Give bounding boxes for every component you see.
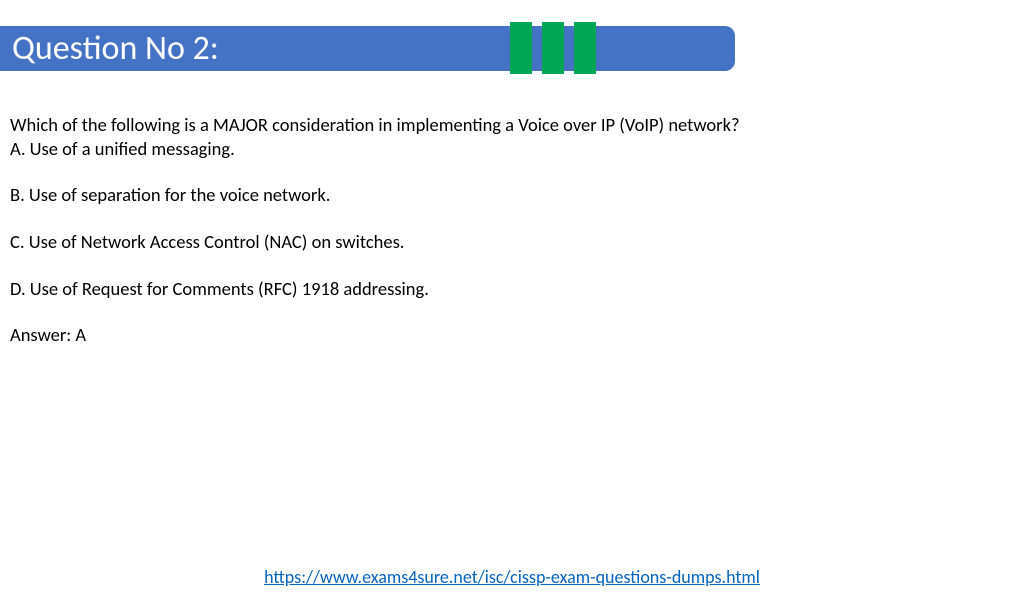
answer-line: Answer: A	[10, 323, 1024, 347]
decoration-stripe	[510, 22, 532, 74]
option-c: C. Use of Network Access Control (NAC) o…	[10, 230, 1024, 254]
footer-link-container: https://www.exams4sure.net/isc/cissp-exa…	[264, 566, 760, 588]
decoration-stripe	[574, 22, 596, 74]
option-b: B. Use of separation for the voice netwo…	[10, 183, 1024, 207]
question-prompt: Which of the following is a MAJOR consid…	[10, 113, 1024, 137]
question-number-title: Question No 2:	[12, 28, 219, 69]
option-d: D. Use of Request for Comments (RFC) 191…	[10, 277, 1024, 301]
title-bar: Question No 2:	[0, 26, 735, 71]
option-a: A. Use of a unified messaging.	[10, 137, 1024, 161]
decoration-stripe	[542, 22, 564, 74]
source-url-link[interactable]: https://www.exams4sure.net/isc/cissp-exa…	[264, 566, 760, 588]
question-content: Which of the following is a MAJOR consid…	[0, 113, 1024, 347]
title-decoration	[510, 22, 596, 74]
